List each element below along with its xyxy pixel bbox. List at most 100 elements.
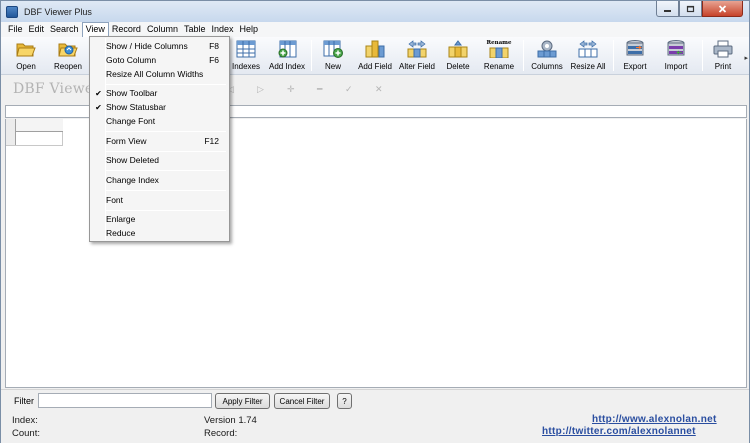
row-header[interactable] (6, 132, 16, 145)
toolbar-separator (702, 40, 703, 71)
menu-record[interactable]: Record (109, 22, 144, 37)
menu-item-reduce[interactable]: Reduce (91, 226, 228, 240)
grid-header-row (6, 119, 63, 132)
menu-item-label: Form View (106, 136, 147, 146)
new-label: New (324, 62, 341, 71)
minimize-icon (664, 9, 671, 12)
window-controls (656, 1, 743, 17)
check-icon: ✔ (95, 88, 102, 98)
resize-all-label: Resize All (570, 62, 606, 71)
add-index-button[interactable]: Add Index (267, 38, 307, 74)
menu-separator (106, 190, 226, 191)
export-button[interactable]: Export (620, 38, 650, 74)
website-link[interactable]: http://www.alexnolan.net (592, 414, 717, 425)
record-label: Record: (204, 428, 238, 439)
menu-edit[interactable]: Edit (26, 22, 48, 37)
print-button[interactable]: Print (709, 38, 737, 74)
rename-field-icon: Rename (487, 39, 511, 59)
nav-remove-icon: ━ (317, 84, 323, 94)
import-button[interactable]: Import (661, 38, 691, 74)
menu-item-font[interactable]: Font (91, 193, 228, 207)
menu-index[interactable]: Index (208, 22, 236, 37)
menu-separator (106, 210, 226, 211)
version-text: Version 1.74 (204, 415, 257, 426)
rename-button[interactable]: Rename Rename (482, 38, 516, 74)
add-index-icon (277, 39, 297, 59)
alter-field-button[interactable]: Alter Field (397, 38, 437, 74)
import-database-icon (666, 39, 686, 59)
add-index-label: Add Index (268, 62, 306, 71)
menu-item-label: Change Font (106, 116, 156, 126)
menu-file[interactable]: File (5, 22, 26, 37)
menu-item-change-index[interactable]: Change Index (91, 173, 228, 187)
maximize-icon (686, 5, 695, 12)
menu-item-label: Change Index (106, 175, 159, 185)
menu-item-show-deleted[interactable]: Show Deleted (91, 153, 228, 167)
add-field-label: Add Field (358, 62, 392, 71)
export-label: Export (623, 62, 647, 71)
toolbar-overflow-icon[interactable]: ▸ (744, 54, 748, 62)
menu-item-show-statusbar[interactable]: ✔ Show Statusbar (91, 100, 228, 114)
indexes-button[interactable]: Indexes (229, 38, 263, 74)
app-icon (6, 5, 18, 18)
delete-field-icon (448, 39, 468, 59)
menu-item-change-font[interactable]: Change Font (91, 114, 228, 128)
grid-corner[interactable] (6, 119, 16, 132)
menu-item-show-toolbar[interactable]: ✔ Show Toolbar (91, 86, 228, 100)
reopen-button[interactable]: Reopen (50, 38, 86, 74)
check-icon: ✔ (95, 102, 102, 112)
twitter-link[interactable]: http://twitter.com/alexnolannet (542, 426, 696, 437)
index-label: Index: (12, 415, 38, 426)
cancel-filter-button[interactable]: Cancel Filter (274, 393, 330, 409)
menu-search[interactable]: Search (47, 22, 82, 37)
menu-column[interactable]: Column (144, 22, 181, 37)
indexes-label: Indexes (231, 62, 261, 71)
toolbar-separator (311, 40, 312, 71)
printer-icon (713, 39, 733, 59)
menu-view[interactable]: View (81, 22, 109, 37)
menu-item-label: Show Statusbar (106, 102, 167, 112)
minimize-button[interactable] (656, 1, 679, 17)
columns-button[interactable]: Columns (530, 38, 564, 74)
columns-gear-icon (537, 39, 557, 59)
filter-help-button[interactable]: ? (337, 393, 352, 409)
alter-field-icon (407, 39, 427, 59)
menu-item-label: Font (106, 195, 124, 205)
menu-item-label: Show Deleted (106, 155, 159, 165)
menu-separator (106, 131, 226, 132)
columns-label: Columns (531, 62, 563, 71)
table-row[interactable] (6, 132, 63, 146)
grid-cell[interactable] (16, 132, 63, 145)
close-button[interactable] (702, 1, 743, 17)
menu-separator (106, 84, 226, 85)
menu-item-show-hide-columns[interactable]: Show / Hide Columns F8 (91, 39, 228, 53)
apply-filter-button[interactable]: Apply Filter (215, 393, 270, 409)
toolbar-separator (613, 40, 614, 71)
menu-item-enlarge[interactable]: Enlarge (91, 212, 228, 226)
maximize-button[interactable] (679, 1, 702, 17)
delete-button[interactable]: Delete (443, 38, 473, 74)
folder-open-icon (16, 39, 36, 59)
title-bar[interactable]: DBF Viewer Plus (1, 1, 749, 22)
menu-help[interactable]: Help (237, 22, 262, 37)
menu-item-resize-all-column-widths[interactable]: Resize All Column Widths (91, 67, 228, 81)
menu-separator (106, 151, 226, 152)
window-title: DBF Viewer Plus (24, 6, 92, 17)
nav-edit-icon: ✓ (345, 84, 353, 94)
filter-input[interactable] (38, 393, 212, 408)
menu-item-shortcut: F12 (204, 136, 219, 146)
menu-item-goto-column[interactable]: Goto Column F6 (91, 53, 228, 67)
menu-separator (106, 170, 226, 171)
menu-item-label: Show / Hide Columns (106, 41, 188, 51)
menu-table[interactable]: Table (181, 22, 209, 37)
open-button[interactable]: Open (9, 38, 43, 74)
menu-item-shortcut: F6 (209, 55, 219, 65)
add-field-button[interactable]: Add Field (357, 38, 393, 74)
menu-item-form-view[interactable]: Form View F12 (91, 134, 228, 148)
view-menu-dropdown: Show / Hide Columns F8 Goto Column F6 Re… (89, 36, 230, 242)
new-button[interactable]: New (319, 38, 347, 74)
reopen-label: Reopen (53, 62, 83, 71)
resize-all-button[interactable]: Resize All (570, 38, 606, 74)
rename-label: Rename (483, 62, 515, 71)
menu-item-label: Show Toolbar (106, 88, 158, 98)
